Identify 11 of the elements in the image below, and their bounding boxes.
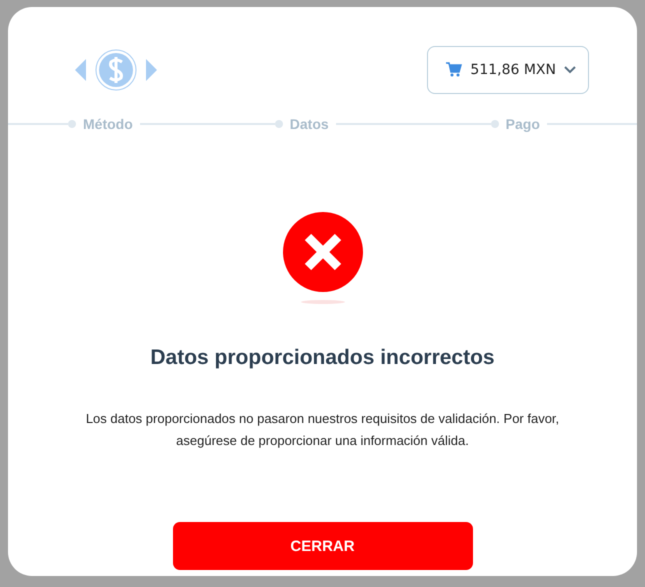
cart-icon (446, 62, 462, 77)
step-label: Método (82, 116, 134, 132)
error-title: Datos proporcionados incorrectos (150, 346, 495, 370)
chevron-down-icon (564, 66, 576, 74)
cart-total-button[interactable]: 511,86 MXN (427, 46, 589, 94)
close-button[interactable]: CERRAR (172, 522, 472, 570)
step-label: Pago (504, 116, 541, 132)
step-label: Datos (288, 116, 330, 132)
error-icon (280, 212, 364, 306)
error-message: Los datos proporcionados no pasaron nuestros requisitos de validación. Por favor, asegúrese de proporcionar una información válida. (84, 410, 560, 450)
money-transfer-icon (75, 48, 157, 90)
